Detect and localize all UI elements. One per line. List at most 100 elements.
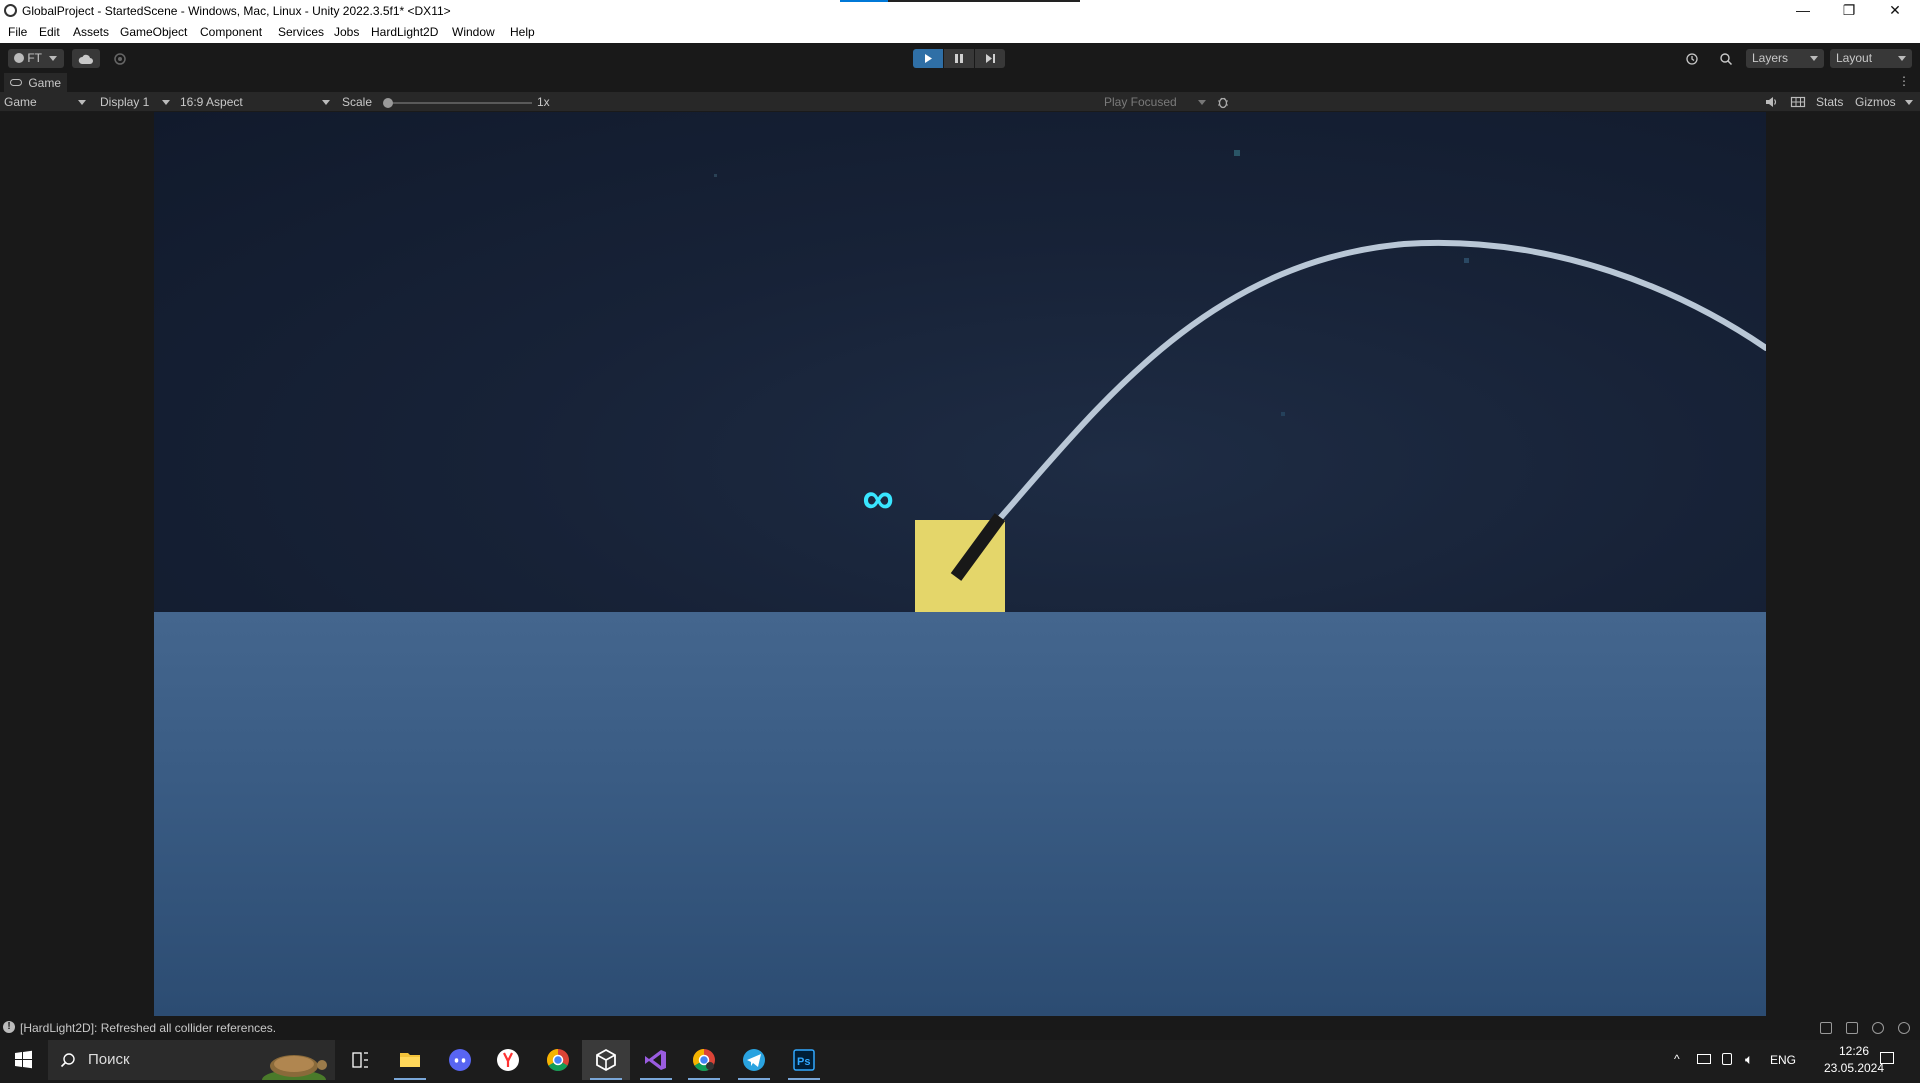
chevron-down-icon bbox=[78, 100, 86, 105]
close-button[interactable]: ✕ bbox=[1872, 0, 1918, 22]
notification-icon[interactable] bbox=[1880, 1052, 1894, 1064]
loading-bar bbox=[840, 0, 1080, 2]
bug-icon[interactable] bbox=[1216, 95, 1230, 109]
menu-file[interactable]: File bbox=[8, 25, 27, 39]
info-icon: ! bbox=[3, 1021, 15, 1033]
chevron-down-icon bbox=[1905, 100, 1913, 105]
tray-time[interactable]: 12:26 bbox=[1820, 1044, 1888, 1058]
stats-button[interactable]: Stats bbox=[1816, 95, 1843, 109]
display-dropdown[interactable]: Display 1 bbox=[100, 95, 172, 109]
tab-game-label: Game bbox=[28, 76, 62, 90]
display-label: Display 1 bbox=[100, 95, 150, 109]
tab-game[interactable]: Game bbox=[4, 73, 68, 92]
tray-date[interactable]: 23.05.2024 bbox=[1820, 1061, 1888, 1075]
aim-trajectory bbox=[991, 239, 1766, 528]
task-view-button[interactable] bbox=[336, 1040, 384, 1080]
search-box[interactable]: Поиск bbox=[48, 1040, 335, 1080]
layout-dropdown[interactable]: Layout bbox=[1830, 49, 1912, 68]
gizmos-dropdown[interactable]: Gizmos bbox=[1855, 95, 1915, 109]
account-dropdown[interactable]: FT bbox=[8, 49, 64, 68]
particle bbox=[714, 174, 717, 177]
network-status-icon[interactable] bbox=[1872, 1022, 1884, 1034]
taskbar-photoshop[interactable]: Ps bbox=[780, 1040, 828, 1080]
scale-slider-handle[interactable] bbox=[383, 98, 393, 108]
start-button[interactable] bbox=[0, 1040, 46, 1080]
folder-icon bbox=[400, 1053, 420, 1067]
scale-value: 1x bbox=[537, 95, 550, 109]
step-icon bbox=[986, 54, 995, 63]
menu-edit[interactable]: Edit bbox=[39, 25, 60, 39]
step-button[interactable] bbox=[975, 49, 1005, 68]
menu-assets[interactable]: Assets bbox=[73, 25, 109, 39]
minimize-button[interactable]: — bbox=[1780, 0, 1826, 22]
scene-overlay bbox=[714, 150, 1766, 612]
grid-icon[interactable] bbox=[1790, 95, 1806, 109]
account-icon bbox=[14, 53, 24, 63]
menu-hardlight2d[interactable]: HardLight2D bbox=[371, 25, 438, 39]
tray-language[interactable]: ENG bbox=[1770, 1053, 1796, 1067]
collab-button[interactable] bbox=[106, 49, 134, 68]
search-icon bbox=[1720, 53, 1733, 66]
menu-window[interactable]: Window bbox=[452, 25, 495, 39]
debug-icon[interactable] bbox=[1820, 1022, 1832, 1034]
audio-icon[interactable] bbox=[1764, 95, 1778, 109]
tray-chevron-up-icon[interactable]: ^ bbox=[1674, 1052, 1680, 1066]
aspect-dropdown[interactable]: 16:9 Aspect bbox=[180, 95, 332, 109]
scale-slider[interactable] bbox=[383, 98, 532, 108]
particle bbox=[1234, 150, 1240, 156]
menu-help[interactable]: Help bbox=[510, 25, 535, 39]
tray-network-icon[interactable] bbox=[1697, 1054, 1711, 1064]
task-view-icon bbox=[352, 1052, 368, 1068]
tray-volume-icon[interactable]: 🔈︎ bbox=[1745, 1051, 1753, 1068]
status-bar: ! [HardLight2D]: Refreshed all collider … bbox=[0, 1016, 1920, 1040]
pause-button[interactable] bbox=[944, 49, 974, 68]
play-button[interactable] bbox=[913, 49, 943, 68]
game-viewport[interactable]: ∞ bbox=[154, 112, 1766, 1016]
layout-label: Layout bbox=[1836, 51, 1873, 65]
status-message[interactable]: [HardLight2D]: Refreshed all collider re… bbox=[20, 1021, 276, 1035]
unity-icon bbox=[596, 1048, 616, 1072]
chevron-down-icon bbox=[322, 100, 330, 105]
yandex-browser-icon bbox=[497, 1049, 519, 1071]
collab-icon bbox=[114, 53, 126, 65]
chevron-down-icon bbox=[162, 100, 170, 105]
taskbar-yandex[interactable] bbox=[484, 1040, 532, 1080]
pause-icon bbox=[955, 54, 963, 63]
chevron-down-icon bbox=[1810, 56, 1818, 61]
taskbar-chrome-profile[interactable] bbox=[680, 1040, 728, 1080]
windows-icon bbox=[15, 1050, 32, 1069]
menu-gameobject[interactable]: GameObject bbox=[120, 25, 187, 39]
particle bbox=[1281, 412, 1285, 416]
taskbar-visual-studio[interactable] bbox=[632, 1040, 680, 1080]
maximize-button[interactable]: ❐ bbox=[1826, 0, 1872, 22]
taskbar-chrome[interactable] bbox=[534, 1040, 582, 1080]
menu-jobs[interactable]: Jobs bbox=[334, 25, 359, 39]
layers-status-icon[interactable] bbox=[1846, 1022, 1858, 1034]
cloud-button[interactable] bbox=[72, 49, 100, 68]
main-toolbar: FT Layers Layout bbox=[0, 43, 1920, 73]
play-focused-label: Play Focused bbox=[1104, 95, 1177, 109]
taskbar-explorer[interactable] bbox=[386, 1040, 434, 1080]
search-icon bbox=[60, 1053, 75, 1068]
chrome-icon bbox=[547, 1049, 569, 1071]
chevron-down-icon bbox=[49, 56, 58, 62]
taskbar-discord[interactable] bbox=[436, 1040, 484, 1080]
taskbar-unity[interactable] bbox=[582, 1040, 630, 1080]
layers-dropdown[interactable]: Layers bbox=[1746, 49, 1824, 68]
discord-icon bbox=[449, 1049, 471, 1071]
gamepad-icon bbox=[10, 79, 22, 86]
view-mode-dropdown[interactable]: Game bbox=[4, 95, 88, 109]
search-button[interactable] bbox=[1712, 49, 1740, 68]
menu-component[interactable]: Component bbox=[200, 25, 262, 39]
menu-services[interactable]: Services bbox=[278, 25, 324, 39]
gizmos-label: Gizmos bbox=[1855, 95, 1896, 109]
undo-history-button[interactable] bbox=[1678, 49, 1706, 68]
account-label: FT bbox=[27, 51, 42, 65]
check-status-icon[interactable] bbox=[1898, 1022, 1910, 1034]
tray-device-icon[interactable] bbox=[1722, 1053, 1732, 1065]
more-options-icon[interactable]: ⋮ bbox=[1898, 74, 1910, 88]
aspect-label: 16:9 Aspect bbox=[180, 95, 243, 109]
play-focused-dropdown[interactable]: Play Focused bbox=[1104, 95, 1208, 109]
taskbar-telegram[interactable] bbox=[730, 1040, 778, 1080]
game-area: ∞ bbox=[0, 112, 1920, 1016]
